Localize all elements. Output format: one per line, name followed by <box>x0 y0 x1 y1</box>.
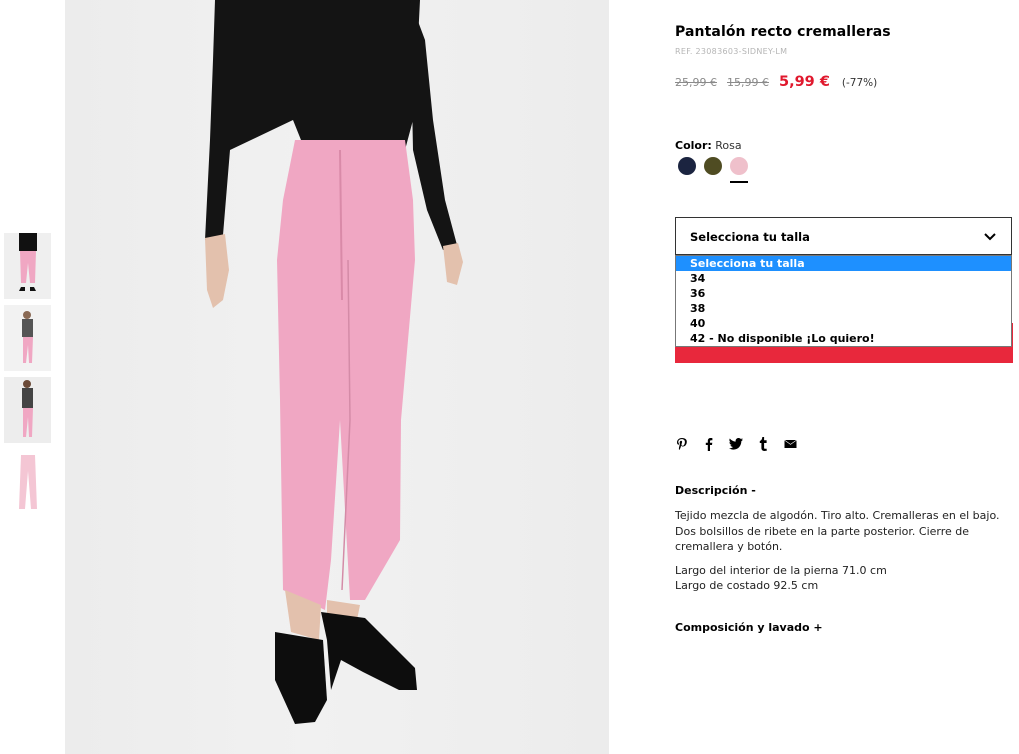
size-option[interactable]: 38 <box>676 301 1011 316</box>
product-ref: REF. 23083603-SIDNEY-LM <box>675 47 788 56</box>
pinterest-icon[interactable] <box>675 436 689 452</box>
color-label-row: Color: Rosa <box>675 139 742 152</box>
discount-badge: (-77%) <box>841 77 878 89</box>
swatch-khaki[interactable] <box>704 157 722 175</box>
description-text: Tejido mezcla de algodón. Tiro alto. Cre… <box>675 509 1000 553</box>
current-price: 5,99 € <box>779 74 830 90</box>
color-value: Rosa <box>715 139 742 152</box>
size-option[interactable]: 42 - No disponible ¡Lo quiero! <box>676 331 1011 346</box>
color-label: Color: <box>675 139 712 152</box>
original-price: 25,99 € <box>675 76 717 89</box>
thumbnail-product[interactable] <box>4 449 51 515</box>
swatch-pink[interactable] <box>730 157 748 183</box>
size-option[interactable]: Selecciona tu talla <box>676 256 1011 271</box>
previous-price: 15,99 € <box>727 76 769 89</box>
thumbnail-list <box>4 233 51 521</box>
size-option[interactable]: 36 <box>676 286 1011 301</box>
share-icons <box>675 436 810 452</box>
email-icon[interactable] <box>783 436 797 452</box>
thumbnail-full[interactable] <box>4 377 51 443</box>
size-select-value: Selecciona tu talla <box>690 230 810 244</box>
thumbnail-product-image <box>19 455 37 509</box>
product-title: Pantalón recto cremalleras <box>675 24 891 40</box>
size-option[interactable]: 40 <box>676 316 1011 331</box>
thumbnail-full-image <box>22 380 33 437</box>
thumbnail-front[interactable] <box>4 233 51 299</box>
description-heading[interactable]: Descripción - <box>675 484 756 497</box>
size-option[interactable]: 34 <box>676 271 1011 286</box>
price-row: 25,99 € 15,99 € 5,99 € (-77%) <box>675 74 877 90</box>
composition-heading[interactable]: Composición y lavado + <box>675 621 823 634</box>
measure-side: Largo de costado 92.5 cm <box>675 579 819 592</box>
size-dropdown-list: Selecciona tu talla 34 36 38 40 42 - No … <box>675 255 1012 347</box>
description-body: Tejido mezcla de algodón. Tiro alto. Cre… <box>675 508 1005 594</box>
size-select[interactable]: Selecciona tu talla <box>675 217 1012 255</box>
swatch-navy[interactable] <box>678 157 696 175</box>
tumblr-icon[interactable] <box>756 436 770 452</box>
chevron-down-icon <box>983 228 997 247</box>
facebook-icon[interactable] <box>702 436 716 452</box>
twitter-icon[interactable] <box>729 436 743 452</box>
thumbnail-side[interactable] <box>4 305 51 371</box>
color-swatches <box>678 157 756 183</box>
thumbnail-front-image <box>19 233 37 291</box>
measure-inseam: Largo del interior de la pierna 71.0 cm <box>675 563 887 577</box>
thumbnail-side-image <box>22 311 33 363</box>
main-product-image <box>65 0 609 754</box>
model-illustration <box>205 0 463 724</box>
